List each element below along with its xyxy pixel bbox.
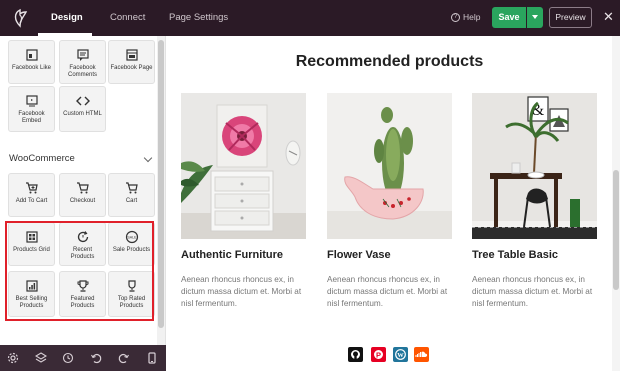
- tab-connect[interactable]: Connect: [110, 12, 145, 23]
- highlight-box: [5, 221, 154, 321]
- svg-text:W: W: [397, 352, 404, 359]
- app-window: Design Connect Page Settings ? Help Save…: [0, 0, 620, 371]
- block-custom-html[interactable]: Custom HTML: [59, 86, 106, 132]
- product-description: Aenean rhoncus rhoncus ex, in dictum mas…: [472, 275, 593, 308]
- block-label: Facebook Comments: [67, 65, 97, 78]
- redo-icon[interactable]: [118, 352, 130, 364]
- seedprod-logo-icon[interactable]: [10, 8, 30, 28]
- canvas-scrollbar-thumb[interactable]: [613, 170, 619, 290]
- cart-icon: [125, 182, 138, 194]
- block-label: Add To Cart: [15, 198, 48, 204]
- product-title[interactable]: Flower Vase: [327, 249, 391, 261]
- help-label: Help: [463, 12, 481, 22]
- facebook-page-icon: [125, 49, 138, 61]
- block-label: Checkout: [69, 198, 96, 204]
- block-cart[interactable]: Cart: [108, 173, 155, 217]
- github-icon[interactable]: [348, 347, 363, 362]
- product-title[interactable]: Authentic Furniture: [181, 249, 283, 261]
- help-link[interactable]: ? Help: [451, 12, 480, 22]
- layers-icon[interactable]: [35, 352, 47, 364]
- block-facebook-embed[interactable]: Facebook Embed: [8, 86, 55, 132]
- block-label: Custom HTML: [63, 111, 102, 117]
- checkout-icon: [76, 182, 89, 194]
- product-title[interactable]: Tree Table Basic: [472, 249, 558, 261]
- close-icon[interactable]: ✕: [603, 10, 614, 24]
- top-bar: Design Connect Page Settings ? Help Save…: [0, 0, 620, 36]
- block-facebook-like[interactable]: Facebook Like: [8, 40, 55, 84]
- mobile-preview-icon[interactable]: [146, 352, 158, 364]
- facebook-like-icon: [25, 49, 38, 61]
- block-facebook-comments[interactable]: Facebook Comments: [59, 40, 106, 84]
- add-to-cart-icon: [25, 182, 38, 194]
- bottom-toolbar: [0, 345, 166, 371]
- save-options-dropdown[interactable]: [527, 7, 543, 28]
- pinterest-icon[interactable]: P: [371, 347, 386, 362]
- undo-icon[interactable]: [90, 352, 102, 364]
- tab-design[interactable]: Design: [51, 12, 83, 23]
- help-circle-icon: ?: [451, 12, 460, 22]
- block-label: Facebook Embed: [18, 111, 45, 124]
- product-description: Aenean rhoncus rhoncus ex, in dictum mas…: [327, 275, 448, 308]
- wordpress-icon[interactable]: W: [393, 347, 408, 362]
- section-title-woocommerce[interactable]: WooCommerce: [9, 153, 75, 164]
- chevron-down-icon[interactable]: [143, 153, 153, 163]
- history-icon[interactable]: [62, 352, 74, 364]
- blocks-sidebar: Facebook Like Facebook Comments Facebook…: [0, 36, 166, 345]
- preview-button[interactable]: Preview: [549, 7, 592, 28]
- code-icon: [75, 96, 90, 106]
- facebook-comments-icon: [76, 49, 89, 61]
- flower-vase-image[interactable]: [327, 93, 452, 239]
- tab-page-settings[interactable]: Page Settings: [169, 12, 228, 23]
- facebook-embed-icon: [25, 95, 38, 107]
- settings-icon[interactable]: [7, 352, 19, 364]
- block-label: Cart: [125, 198, 138, 204]
- block-facebook-page[interactable]: Facebook Page: [108, 40, 155, 84]
- block-label: Facebook Page: [110, 65, 153, 71]
- svg-text:P: P: [376, 350, 381, 359]
- block-add-to-cart[interactable]: Add To Cart: [8, 173, 55, 217]
- section-heading[interactable]: Recommended products: [167, 53, 612, 71]
- tree-table-image[interactable]: &: [472, 93, 597, 239]
- sidebar-scrollbar-thumb[interactable]: [158, 40, 164, 328]
- block-checkout[interactable]: Checkout: [59, 173, 106, 217]
- save-button[interactable]: Save: [492, 7, 526, 28]
- product-description: Aenean rhoncus rhoncus ex, in dictum mas…: [181, 275, 302, 308]
- furniture-image[interactable]: [181, 93, 306, 239]
- block-label: Facebook Like: [11, 65, 52, 71]
- soundcloud-icon[interactable]: [414, 347, 429, 362]
